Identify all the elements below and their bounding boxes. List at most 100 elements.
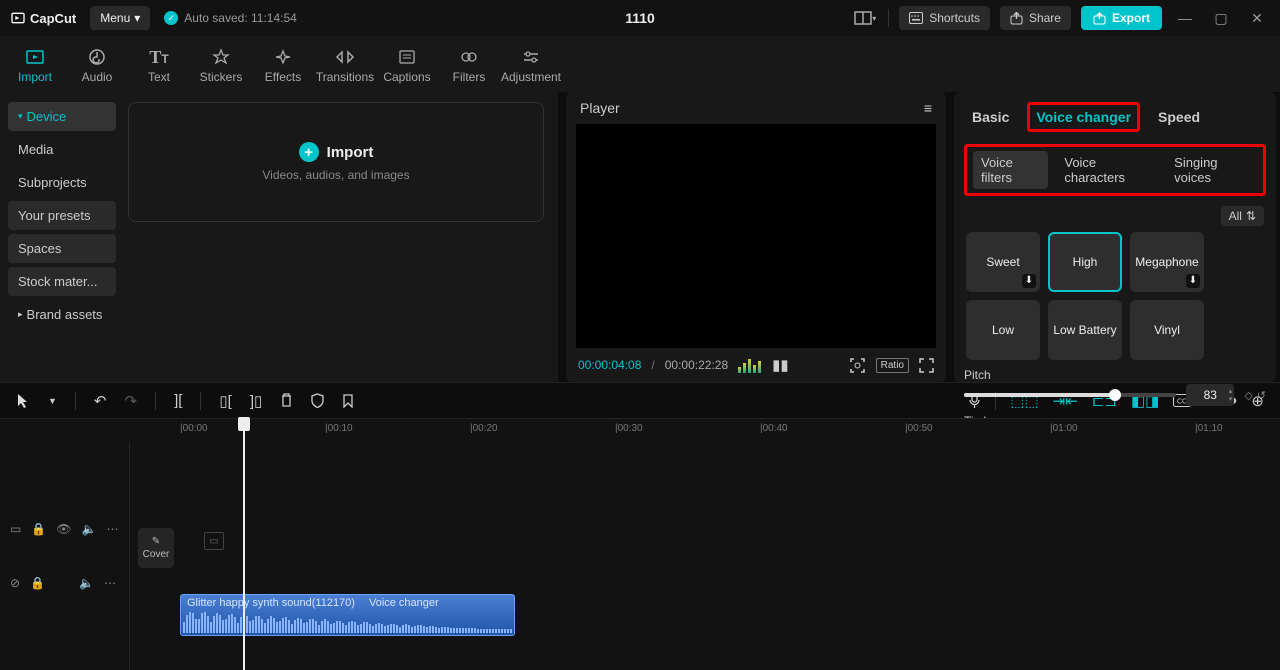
trash-icon: [280, 393, 293, 408]
trim-left-button[interactable]: ▯[: [219, 392, 231, 410]
fullscreen-button[interactable]: [919, 358, 934, 373]
delete-button[interactable]: [280, 393, 293, 408]
share-button[interactable]: Share: [1000, 6, 1071, 30]
voice-preset-sweet[interactable]: Sweet⬇: [966, 232, 1040, 292]
sidebar-item-brand-assets[interactable]: ▸Brand assets: [8, 300, 116, 329]
sidebar-item-subprojects[interactable]: Subprojects: [8, 168, 116, 197]
shortcuts-button[interactable]: Shortcuts: [899, 6, 990, 30]
top-tab-adjustment[interactable]: Adjustment: [502, 40, 560, 90]
stepper-icon[interactable]: ▴▾: [1229, 388, 1233, 403]
ratio-button[interactable]: Ratio: [876, 358, 909, 373]
voice-preset-vinyl[interactable]: Vinyl: [1130, 300, 1204, 360]
video-track-icon[interactable]: ▭: [10, 522, 21, 536]
all-filter-button[interactable]: All ⇅: [1221, 206, 1264, 226]
pitch-slider[interactable]: [964, 393, 1176, 397]
top-tab-effects[interactable]: Effects: [254, 40, 312, 90]
inspector-tab-speed[interactable]: Speed: [1152, 105, 1206, 129]
audio-track-header: ⊘ 🔒 🔈 ⋯: [10, 576, 119, 590]
chevron-down-icon: ▾: [134, 11, 140, 25]
more-icon[interactable]: ⋯: [104, 576, 116, 590]
voice-preset-low[interactable]: Low: [966, 300, 1040, 360]
shield-icon: [311, 393, 324, 408]
voice-preset-low-battery[interactable]: Low Battery: [1048, 300, 1122, 360]
playhead[interactable]: [243, 442, 245, 670]
audio-meter-icon: [738, 357, 762, 373]
effects-icon: [274, 46, 292, 68]
eye-icon[interactable]: 👁: [56, 522, 71, 536]
top-tab-transitions[interactable]: Transitions: [316, 40, 374, 90]
sidebar-item-label: Media: [18, 142, 53, 157]
split-button[interactable]: ]​[: [174, 392, 182, 409]
menu-label: Menu: [100, 11, 130, 25]
scan-button[interactable]: [849, 357, 866, 374]
mute-icon[interactable]: 🔈: [79, 576, 94, 590]
select-tool[interactable]: [16, 393, 30, 409]
lock-icon[interactable]: 🔒: [31, 522, 46, 536]
minimize-button[interactable]: —: [1172, 5, 1198, 31]
video-track-slot[interactable]: ▭: [204, 532, 224, 550]
voice-preset-high[interactable]: High: [1048, 232, 1122, 292]
layout-button[interactable]: ▾: [852, 5, 878, 31]
flag-button[interactable]: [342, 394, 354, 408]
top-tab-filters[interactable]: Filters: [440, 40, 498, 90]
share-icon: [1010, 12, 1023, 25]
lock-icon[interactable]: 🔒: [30, 576, 45, 590]
sidebar-item-media[interactable]: Media: [8, 135, 116, 164]
export-button[interactable]: Export: [1081, 6, 1162, 30]
audio-clip[interactable]: Glitter happy synth sound(112170) Voice …: [180, 594, 515, 636]
sidebar-item-device[interactable]: ▾Device: [8, 102, 116, 131]
menu-button[interactable]: Menu ▾: [90, 6, 150, 30]
auto-saved-status: ✓ Auto saved: 11:14:54: [164, 11, 297, 25]
voice-subtab-voice-characters[interactable]: Voice characters: [1056, 151, 1158, 189]
zoom-in-button[interactable]: ⊕: [1251, 392, 1264, 410]
time-ruler[interactable]: |00:00|00:10|00:20|00:30|00:40|00:50|01:…: [0, 418, 1280, 442]
sidebar-item-your-presets[interactable]: Your presets: [8, 201, 116, 230]
video-preview[interactable]: [576, 124, 936, 348]
inspector-tab-voice-changer[interactable]: Voice changer: [1027, 102, 1140, 132]
sidebar-item-stock-mater-[interactable]: Stock mater...: [8, 267, 116, 296]
player-controls: 00:00:04:08 / 00:00:22:28 ▮▮ Ratio: [566, 348, 946, 382]
top-tab-text[interactable]: TTText: [130, 40, 188, 90]
time-tick: |01:10: [1195, 423, 1223, 434]
playhead-handle[interactable]: [238, 417, 250, 431]
ruler-playhead[interactable]: [243, 419, 245, 443]
inspector-tab-basic[interactable]: Basic: [966, 105, 1015, 129]
project-title[interactable]: 1110: [625, 10, 655, 26]
redo-button[interactable]: ↷: [125, 392, 138, 410]
disable-icon[interactable]: ⊘: [10, 576, 20, 590]
trim-right-button[interactable]: ]▯: [250, 392, 262, 410]
cover-button[interactable]: ✎ Cover: [138, 528, 174, 568]
inspector-panel: Basic Voice changer Speed Voice filtersVoi…: [954, 92, 1276, 382]
top-tab-audio[interactable]: Audio: [68, 40, 126, 90]
top-tab-captions[interactable]: Captions: [378, 40, 436, 90]
import-dropzone[interactable]: + Import Videos, audios, and images: [128, 102, 544, 222]
play-pause-button[interactable]: ▮▮: [772, 356, 789, 374]
sidebar-item-spaces[interactable]: Spaces: [8, 234, 116, 263]
voice-subtab-singing-voices[interactable]: Singing voices: [1166, 151, 1257, 189]
voice-presets: Sweet⬇HighMegaphone⬇ Low Low Battery Vinyl: [964, 232, 1266, 360]
capcut-logo-icon: [10, 10, 26, 26]
top-tab-label: Captions: [383, 70, 430, 84]
pitch-value[interactable]: 83▴▾: [1186, 384, 1234, 406]
preset-label: Low Battery: [1053, 323, 1116, 337]
maximize-button[interactable]: ▢: [1208, 5, 1234, 31]
import-icon: [25, 46, 45, 68]
marker-button[interactable]: [311, 393, 324, 408]
tool-dropdown[interactable]: ▼: [48, 396, 57, 406]
voice-preset-megaphone[interactable]: Megaphone⬇: [1130, 232, 1204, 292]
top-tab-import[interactable]: Import: [6, 40, 64, 90]
close-button[interactable]: ✕: [1244, 5, 1270, 31]
import-subtitle: Videos, audios, and images: [262, 168, 409, 182]
slider-thumb[interactable]: [1109, 389, 1121, 401]
more-icon[interactable]: ⋯: [106, 522, 118, 536]
shortcuts-label: Shortcuts: [929, 11, 980, 25]
filters-icon: [460, 46, 478, 68]
top-tab-stickers[interactable]: Stickers: [192, 40, 250, 90]
player-menu-icon[interactable]: ≡: [924, 100, 932, 116]
voice-subtab-voice-filters[interactable]: Voice filters: [973, 151, 1048, 189]
mute-icon[interactable]: 🔈: [82, 522, 97, 536]
sidebar-item-label: Device: [27, 109, 67, 124]
undo-button[interactable]: ↶: [94, 392, 107, 410]
bookmark-icon: [342, 394, 354, 408]
titlebar: CapCut Menu ▾ ✓ Auto saved: 11:14:54 111…: [0, 0, 1280, 36]
